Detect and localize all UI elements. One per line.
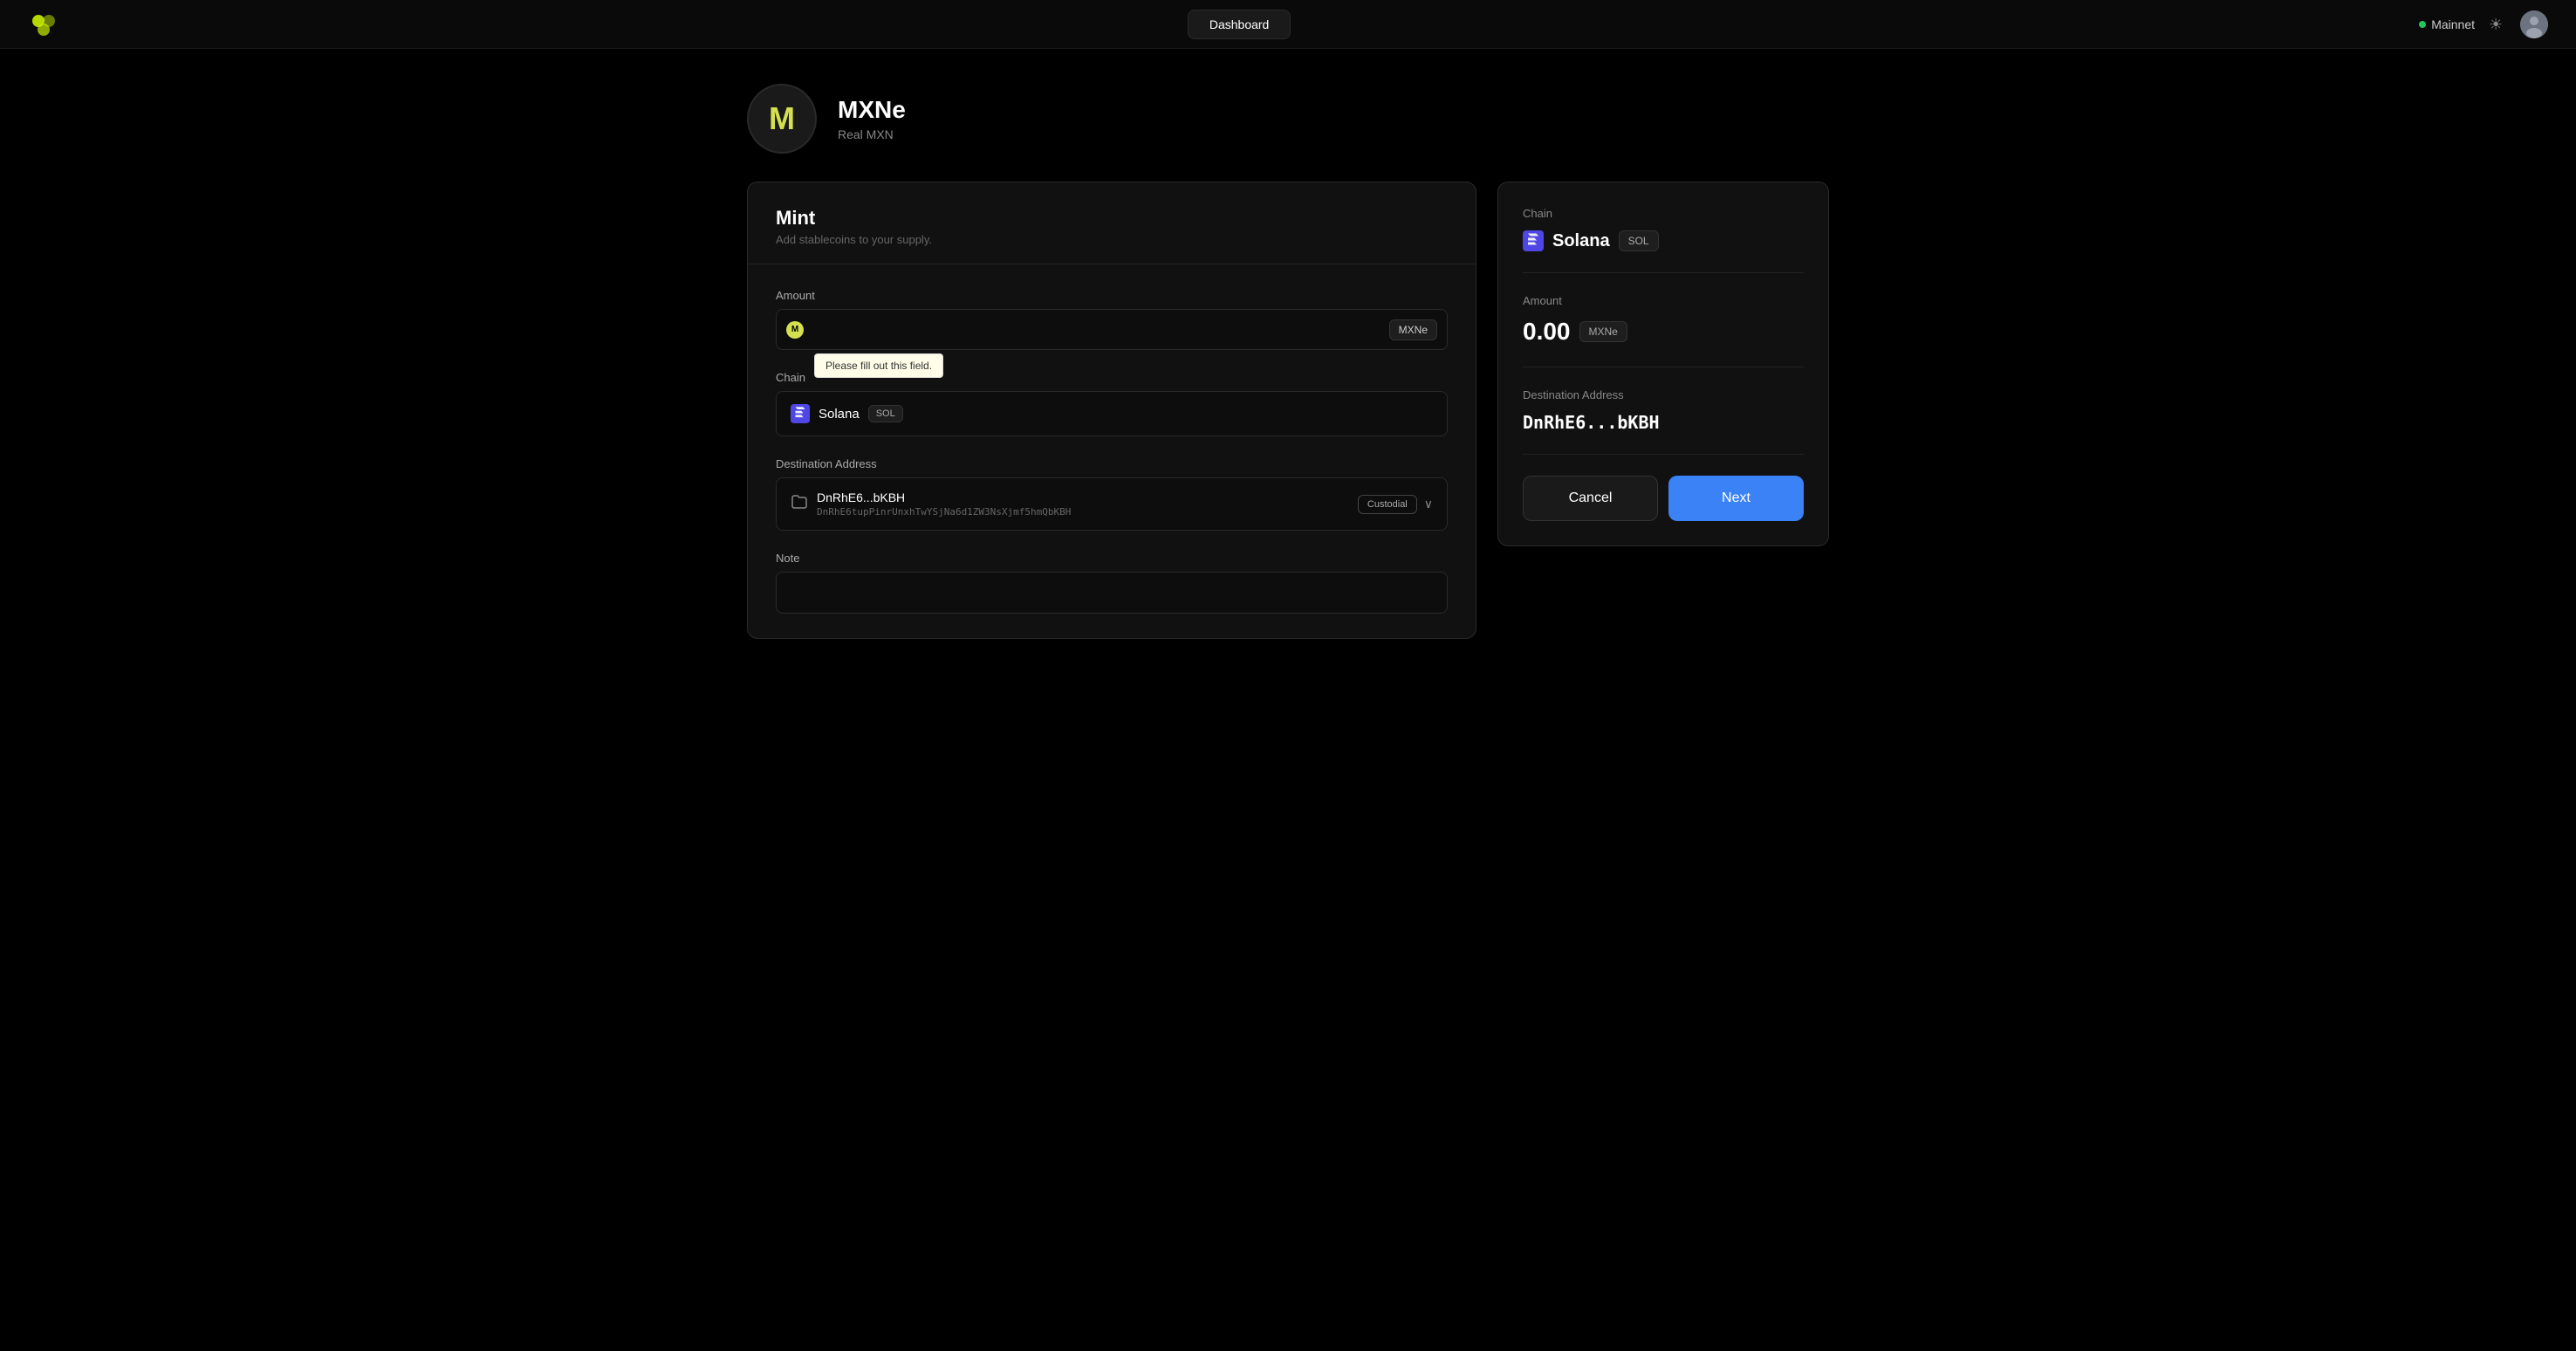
amount-field-group: Amount M MXNe Please fill out this field… bbox=[776, 289, 1448, 350]
mint-subtitle: Add stablecoins to your supply. bbox=[776, 233, 1448, 246]
address-folder-icon bbox=[791, 494, 808, 514]
header-center: Dashboard bbox=[1188, 10, 1291, 39]
content-grid: Mint Add stablecoins to your supply. Amo… bbox=[747, 182, 1829, 639]
summary-destination-section: Destination Address DnRhE6...bKBH bbox=[1523, 388, 1804, 433]
summary-chain-name: Solana bbox=[1552, 231, 1610, 251]
chain-selector[interactable]: Solana SOL bbox=[776, 391, 1448, 436]
network-badge: Mainnet bbox=[2419, 17, 2475, 31]
destination-label: Destination Address bbox=[776, 457, 1448, 470]
network-label: Mainnet bbox=[2431, 17, 2475, 31]
token-description: Real MXN bbox=[838, 127, 906, 141]
summary-amount-value: 0.00 bbox=[1523, 318, 1571, 346]
chain-field-group: Chain Solana SOL bbox=[776, 371, 1448, 436]
amount-input-wrapper: M MXNe bbox=[776, 309, 1448, 350]
destination-field-group: Destination Address DnRhE6...bKBH DnRhE6… bbox=[776, 457, 1448, 531]
amount-label: Amount bbox=[776, 289, 1448, 302]
next-button[interactable]: Next bbox=[1668, 476, 1804, 521]
header-right: Mainnet ☀ bbox=[2419, 10, 2548, 38]
cancel-button[interactable]: Cancel bbox=[1523, 476, 1658, 521]
chain-name: Solana bbox=[819, 407, 860, 422]
mint-card-body: Amount M MXNe Please fill out this field… bbox=[748, 264, 1476, 638]
user-avatar[interactable] bbox=[2520, 10, 2548, 38]
summary-divider-3 bbox=[1523, 454, 1804, 455]
note-input[interactable] bbox=[776, 572, 1448, 614]
address-info: DnRhE6...bKBH DnRhE6tupPinrUnxhTwYSjNa6d… bbox=[817, 490, 1349, 518]
mint-card-header: Mint Add stablecoins to your supply. bbox=[748, 182, 1476, 264]
token-initial: M bbox=[769, 100, 795, 137]
chain-badge: SOL bbox=[868, 405, 903, 422]
summary-destination-value: DnRhE6...bKBH bbox=[1523, 412, 1804, 433]
address-full: DnRhE6tupPinrUnxhTwYSjNa6d1ZW3NsXjmf5hmQ… bbox=[817, 506, 1349, 518]
summary-amount-label: Amount bbox=[1523, 294, 1804, 307]
chain-label: Chain bbox=[776, 371, 1448, 384]
summary-solana-icon bbox=[1523, 230, 1544, 251]
summary-destination-label: Destination Address bbox=[1523, 388, 1804, 401]
summary-chain-row: Solana SOL bbox=[1523, 230, 1804, 251]
address-right: Custodial ∨ bbox=[1358, 495, 1433, 514]
dashboard-button[interactable]: Dashboard bbox=[1188, 10, 1291, 39]
main-content: M MXNe Real MXN Mint Add stablecoins to … bbox=[677, 49, 1899, 674]
summary-divider-1 bbox=[1523, 272, 1804, 273]
token-info: MXNe Real MXN bbox=[838, 96, 906, 141]
summary-amount-row: 0.00 MXNe bbox=[1523, 318, 1804, 346]
solana-icon bbox=[791, 404, 810, 423]
address-selector[interactable]: DnRhE6...bKBH DnRhE6tupPinrUnxhTwYSjNa6d… bbox=[776, 477, 1448, 531]
summary-amount-badge: MXNe bbox=[1579, 321, 1627, 342]
token-avatar: M bbox=[747, 84, 817, 154]
mint-title: Mint bbox=[776, 207, 1448, 230]
amount-currency-badge: MXNe bbox=[1389, 319, 1437, 340]
summary-chain-badge: SOL bbox=[1619, 230, 1659, 251]
right-panel: Chain Solana SOL Amount 0.0 bbox=[1497, 182, 1829, 546]
amount-input[interactable] bbox=[776, 309, 1448, 350]
note-field-group: Note bbox=[776, 552, 1448, 614]
token-header: M MXNe Real MXN bbox=[747, 84, 1829, 154]
logo bbox=[28, 9, 59, 40]
note-label: Note bbox=[776, 552, 1448, 565]
header: Dashboard Mainnet ☀ bbox=[0, 0, 2576, 49]
mint-card: Mint Add stablecoins to your supply. Amo… bbox=[747, 182, 1476, 639]
logo-icon bbox=[28, 9, 59, 40]
chevron-down-icon: ∨ bbox=[1424, 497, 1433, 511]
address-short: DnRhE6...bKBH bbox=[817, 490, 1349, 504]
token-name: MXNe bbox=[838, 96, 906, 124]
custodial-badge: Custodial bbox=[1358, 495, 1417, 514]
summary-card: Chain Solana SOL Amount 0.0 bbox=[1497, 182, 1829, 546]
summary-chain-section: Chain Solana SOL bbox=[1523, 207, 1804, 251]
theme-toggle-icon[interactable]: ☀ bbox=[2489, 16, 2506, 33]
network-status-dot bbox=[2419, 21, 2426, 28]
amount-tooltip-wrapper: M MXNe Please fill out this field. bbox=[776, 309, 1448, 350]
summary-amount-section: Amount 0.00 MXNe bbox=[1523, 294, 1804, 346]
action-buttons: Cancel Next bbox=[1523, 476, 1804, 521]
summary-chain-label: Chain bbox=[1523, 207, 1804, 220]
amount-prefix-icon: M bbox=[786, 321, 804, 339]
